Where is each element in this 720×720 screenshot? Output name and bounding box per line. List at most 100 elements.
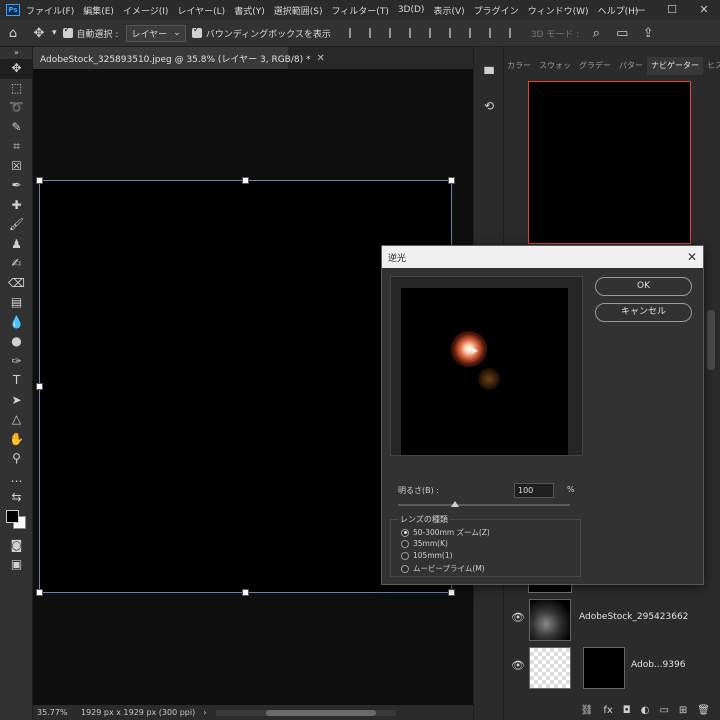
tab-history[interactable]: ヒストリ [703,57,720,75]
menu-view[interactable]: 表示(V) [433,4,464,17]
history-brush-icon[interactable]: ✍ [0,254,33,274]
group-icon[interactable]: ▭ [659,705,668,716]
cancel-button[interactable]: キャンセル [595,303,692,322]
trash-icon[interactable]: 🗑 [697,705,710,716]
document-tab[interactable]: AdobeStock_325893510.jpeg @ 35.8% (レイヤー … [33,47,325,69]
brightness-slider-thumb[interactable] [450,501,459,507]
align-right-icon[interactable] [388,28,401,38]
menu-edit[interactable]: 編集(E) [83,4,114,17]
fx-icon[interactable]: fx [603,705,612,716]
menu-plugins[interactable]: プラグイン [474,4,519,17]
search-icon[interactable]: ⌕ [583,26,609,41]
bounding-box-checkbox[interactable] [191,25,202,38]
close-icon[interactable]: ✕ [688,0,720,20]
distribute-vertical-icon[interactable] [488,28,501,38]
quick-mask-icon[interactable]: ◙ [0,536,33,556]
align-bottom-icon[interactable] [448,28,461,38]
path-select-icon[interactable]: ➤ [0,391,33,411]
healing-brush-icon[interactable]: ✚ [0,196,33,216]
navigator-preview[interactable] [528,81,691,244]
menu-window[interactable]: ウィンドウ(W) [528,4,589,17]
more-tools-icon[interactable]: … [0,469,33,489]
layer-name[interactable]: AdobeStock_295423662 [579,612,688,622]
maximize-icon[interactable]: ☐ [656,0,688,20]
screen-mode-icon[interactable]: ▣ [0,555,33,575]
layer-name[interactable]: Adob...9396 [631,660,685,670]
home-icon[interactable]: ⌂ [0,26,26,41]
menu-file[interactable]: ファイル(F) [26,4,74,17]
zoom-level[interactable]: 35.77% [33,708,73,717]
blur-tool-icon[interactable]: 💧 [0,313,33,333]
new-layer-icon[interactable]: ⊞ [679,705,687,716]
flare-preview[interactable]: ➤ [401,288,568,455]
menu-select[interactable]: 選択範囲(S) [274,4,323,17]
menu-type[interactable]: 書式(Y) [234,4,265,17]
menu-3d[interactable]: 3D(D) [398,5,425,15]
horizontal-scrollbar[interactable] [216,709,397,716]
distribute-horizontal-icon[interactable] [508,28,521,38]
workspace-icon[interactable]: ▭ [609,26,635,41]
radio-button[interactable] [401,551,409,560]
mask-icon[interactable]: ◘ [623,705,631,716]
align-center-icon[interactable] [368,28,381,38]
lens-option[interactable]: ムービープライム(M) [401,563,485,574]
tab-navigator[interactable]: ナビゲーター [647,57,703,75]
shape-tool-icon[interactable]: △ [0,410,33,430]
eye-icon[interactable]: 👁 [511,659,525,672]
swap-colors-icon[interactable]: ⇆ [0,488,33,508]
dialog-titlebar[interactable]: 逆光 ✕ [382,246,703,268]
dodge-tool-icon[interactable]: ● [0,332,33,352]
collapse-icon[interactable]: » [0,47,33,59]
radio-button[interactable] [401,528,409,537]
align-left-icon[interactable] [348,28,361,38]
comments-icon[interactable]: ▀ [475,61,503,87]
radio-button[interactable] [401,539,409,548]
hand-tool-icon[interactable]: ✋ [0,430,33,450]
distribute-icon[interactable] [468,28,481,38]
brightness-slider[interactable] [398,504,570,506]
menu-image[interactable]: イメージ(I) [123,4,169,17]
lens-option[interactable]: 105mm(1) [401,551,453,560]
quick-select-tool-icon[interactable]: ✎ [0,118,33,138]
lens-option[interactable]: 50-300mm ズーム(Z) [401,527,490,538]
zoom-tool-icon[interactable]: ⚲ [0,449,33,469]
eyedropper-tool-icon[interactable]: ✒ [0,176,33,196]
link-icon[interactable]: ⛓ [581,705,594,716]
lens-option[interactable]: 35mm(K) [401,539,448,548]
crop-tool-icon[interactable]: ⌗ [0,137,33,157]
auto-select-dropdown[interactable]: レイヤー ⌄ [126,24,186,42]
lasso-tool-icon[interactable]: ➰ [0,98,33,118]
history-icon[interactable]: ⟲ [475,93,503,119]
align-top-icon[interactable] [408,28,421,38]
tab-color[interactable]: カラー [503,57,535,75]
type-tool-icon[interactable]: T [0,371,33,391]
transform-handle[interactable] [448,589,455,596]
layer-row[interactable]: 👁 AdobeStock_295423662 [503,597,708,643]
marquee-tool-icon[interactable]: ⬚ [0,79,33,99]
frame-tool-icon[interactable]: ☒ [0,157,33,177]
transform-handle[interactable] [36,383,43,390]
color-swatches[interactable] [0,508,33,536]
radio-button[interactable] [401,564,409,573]
align-middle-icon[interactable] [428,28,441,38]
transform-handle[interactable] [448,177,455,184]
close-tab-icon[interactable]: ✕ [317,53,325,64]
layer-mask-thumbnail[interactable] [583,647,625,689]
tab-swatches[interactable]: スウォッ [535,57,575,75]
transform-handle[interactable] [36,177,43,184]
layer-row[interactable]: 👁 Adob...9396 [503,645,708,691]
auto-select-checkbox[interactable] [62,25,73,38]
brightness-input[interactable]: 100 [514,483,554,498]
menu-layer[interactable]: レイヤー(L) [177,4,225,17]
move-tool-icon[interactable]: ✥ [26,26,52,41]
stamp-tool-icon[interactable]: ♟ [0,235,33,255]
transform-handle[interactable] [242,177,249,184]
minimize-icon[interactable]: — [624,0,656,20]
panel-scrollbar[interactable] [707,310,715,370]
pen-tool-icon[interactable]: ✑ [0,352,33,372]
chevron-right-icon[interactable]: › [203,708,206,717]
share-icon[interactable]: ⇪ [635,26,661,41]
transform-handle[interactable] [242,589,249,596]
close-icon[interactable]: ✕ [681,250,703,264]
tab-gradients[interactable]: グラデー [575,57,615,75]
